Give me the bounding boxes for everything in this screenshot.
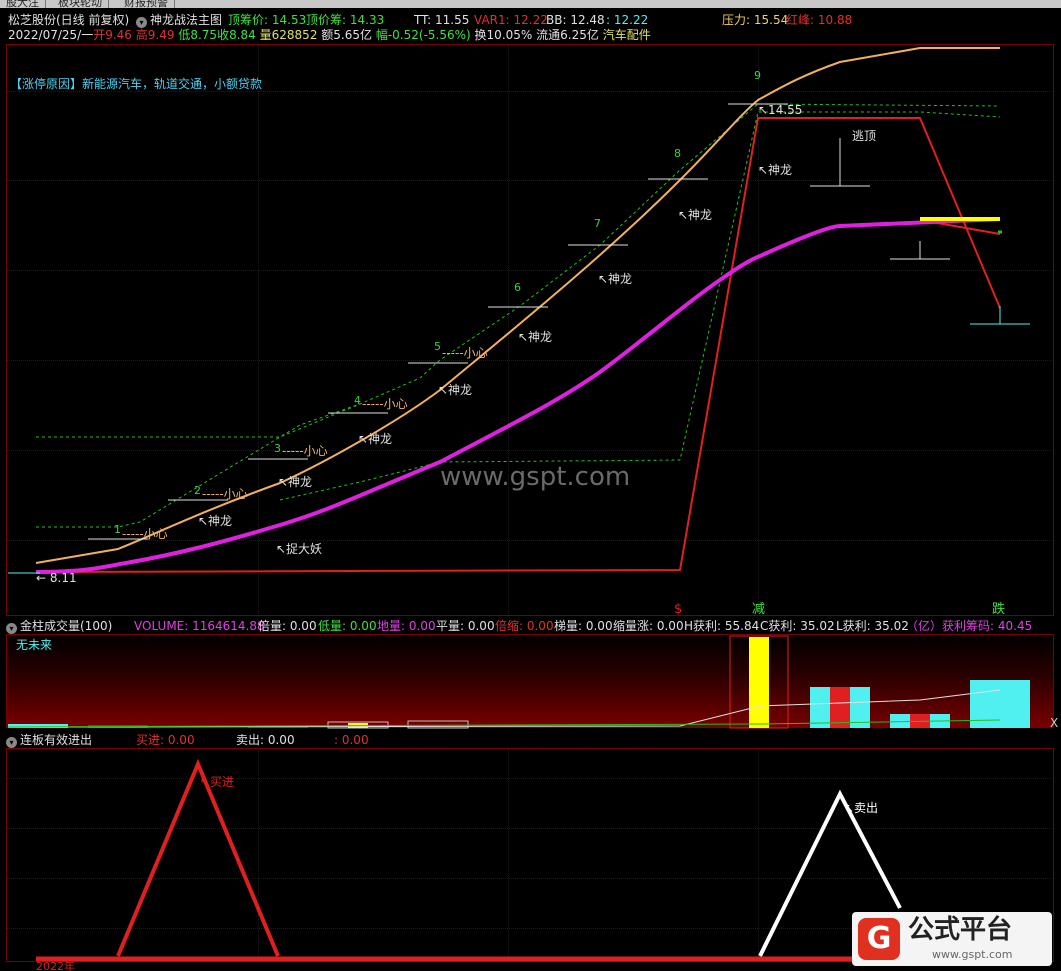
buy-signal-line (116, 758, 280, 957)
dragon-labels: ↖神龙 ↖神龙 ↖神龙 ↖神龙 ↖神龙 ↖神龙 ↖神龙 ↖神龙 ↖捉大妖 逃顶 … (36, 103, 876, 585)
logo-text: 公式平台 (908, 915, 1013, 945)
signal-indicator-title[interactable]: ▾ 连板有效进出 (6, 733, 92, 748)
c-profit: C获利: 35.02 (760, 619, 835, 633)
buy-value: 买进: 0.00 (136, 733, 195, 747)
volume-bar (890, 714, 910, 728)
volume-bar (830, 687, 850, 728)
logo-url: www.gspt.com (932, 948, 1013, 961)
catch-label: ↖捉大妖 (276, 541, 322, 556)
count-label-3: 3 (274, 442, 281, 455)
peak-price-label: ↖14.55 (758, 103, 802, 117)
sell-signal-label: ↖卖出 (844, 801, 878, 815)
volume-bar (810, 687, 830, 728)
shrink-rise: 缩量涨: 0.00 (613, 619, 684, 633)
h-profit: H获利: 55.84 (684, 619, 760, 633)
count-label-5: 5 (434, 340, 441, 353)
marker-dollar: $ (674, 602, 682, 617)
count-label-6: 6 (514, 281, 521, 294)
volume-bar (407, 720, 469, 729)
dragon-label: ↖神龙 (358, 432, 392, 446)
logo-icon: G (858, 918, 900, 960)
careful-label: -----小心 (282, 444, 328, 458)
dragon-label: ↖神龙 (438, 383, 472, 397)
year-label: 2022年 (36, 959, 75, 971)
ladder-volume: 梯量: 0.00 (554, 619, 613, 633)
careful-labels: -----小心 -----小心 -----小心 -----小心 -----小心 (122, 346, 488, 541)
watermark: www.gspt.com (440, 462, 630, 492)
buy-signal-label: ↖买进 (200, 775, 234, 789)
shrink-double: 倍缩: 0.00 (495, 619, 554, 633)
count-label-7: 7 (594, 217, 601, 230)
logo: G 公式平台 www.gspt.com (852, 912, 1052, 966)
dragon-label: ↖神龙 (518, 330, 552, 344)
count-labels: 1 2 3 4 5 6 7 8 9 (114, 69, 761, 536)
marker-fall: 跌 (992, 601, 1005, 617)
low-volume: 低量: 0.00 (318, 619, 377, 633)
low-price-label: ← 8.11 (36, 571, 77, 585)
careful-label: -----小心 (122, 527, 168, 541)
dragon-label: ↖神龙 (598, 272, 632, 286)
ground-volume: 地量: 0.00 (377, 619, 436, 633)
profit-chips: （亿）获利筹码: 40.45 (906, 619, 1033, 633)
l-profit: L获利: 35.02 (836, 619, 909, 633)
count-label-2: 2 (194, 484, 201, 497)
count-label-1: 1 (114, 523, 121, 536)
chevron-down-icon[interactable]: ▾ (6, 737, 17, 748)
green-dashed-line-2 (36, 403, 361, 438)
main-chart[interactable]: 1 2 3 4 5 6 7 8 9 -----小心 -----小心 -----小… (0, 0, 1061, 620)
count-label-9: 9 (754, 69, 761, 82)
sell-value: 卖出: 0.00 (236, 733, 295, 747)
volume-bar (749, 637, 769, 728)
volume-value: VOLUME: 1164614.88 (134, 619, 265, 633)
dragon-label: ↖神龙 (678, 208, 712, 222)
marker-reduce: 减 (752, 602, 765, 617)
dragon-label: ↖神龙 (278, 475, 312, 489)
volume-chart[interactable] (0, 634, 1061, 730)
escape-label: 逃顶 (852, 129, 876, 143)
count-label-4: 4 (354, 394, 361, 407)
magenta-cost-line (35, 217, 1001, 574)
dragon-label: ↖神龙 (198, 514, 232, 528)
volume-indicator-title[interactable]: ▾ 金柱成交量(100) (6, 619, 112, 634)
flat-volume: 平量: 0.00 (436, 619, 495, 633)
chevron-down-icon[interactable]: ▾ (6, 623, 17, 634)
careful-label: -----小心 (362, 397, 408, 411)
double-volume: 倍量: 0.00 (258, 619, 317, 633)
count-label-8: 8 (674, 147, 681, 160)
dragon-label: ↖神龙 (758, 163, 792, 177)
extra-value: : 0.00 (334, 733, 369, 747)
careful-label: -----小心 (442, 346, 488, 360)
careful-label: -----小心 (202, 487, 248, 501)
